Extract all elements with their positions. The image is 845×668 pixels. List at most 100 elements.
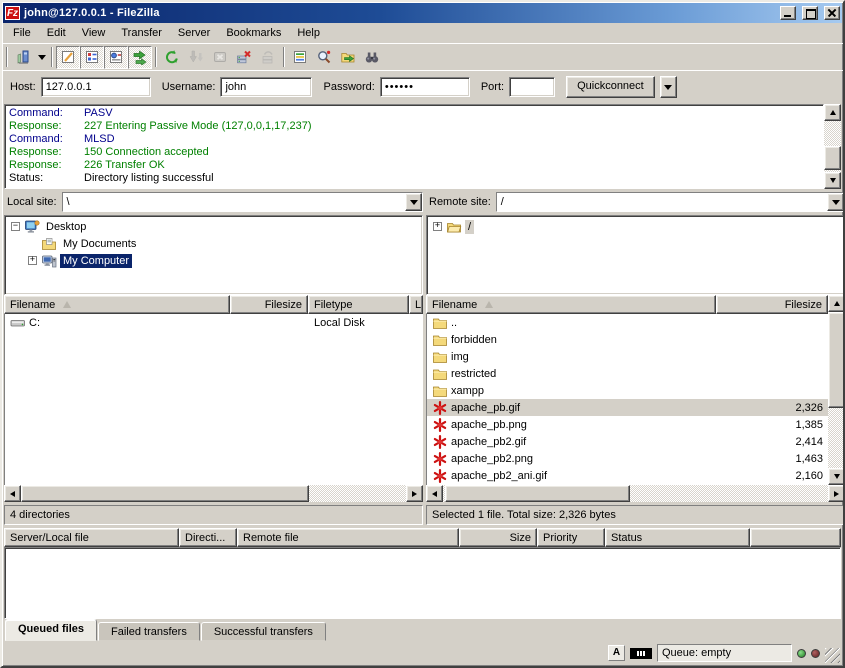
- tree-item-desktop[interactable]: − Desktop: [7, 218, 420, 235]
- quickconnect-button[interactable]: Quickconnect: [566, 76, 655, 98]
- local-file-list[interactable]: C: Local Disk: [4, 314, 423, 485]
- column-header-priority[interactable]: Priority: [537, 528, 605, 547]
- menu-edit[interactable]: Edit: [39, 25, 74, 42]
- file-row-forbidden[interactable]: forbidden: [427, 331, 828, 348]
- scroll-down-icon[interactable]: [828, 468, 845, 485]
- file-row-parent[interactable]: ..: [427, 314, 828, 331]
- remote-site-combobox[interactable]: /: [496, 192, 845, 212]
- file-row-apache-pb2-ani-gif[interactable]: apache_pb2_ani.gif 2,160: [427, 467, 828, 484]
- file-row-restricted[interactable]: restricted: [427, 365, 828, 382]
- cancel-operation-icon[interactable]: [208, 46, 232, 69]
- log-line: Command:MLSD: [6, 133, 822, 146]
- password-input[interactable]: ••••••: [380, 77, 470, 97]
- tree-item-my-computer[interactable]: + My Computer: [7, 252, 420, 269]
- site-manager-dropdown-icon[interactable]: [35, 46, 48, 69]
- log-scrollbar[interactable]: [824, 104, 841, 189]
- remote-list-scrollbar[interactable]: [828, 295, 845, 485]
- status-bar: A Queue: empty: [2, 641, 843, 666]
- my-documents-icon: [41, 236, 57, 252]
- scroll-up-icon[interactable]: [824, 104, 841, 121]
- file-row-c-drive[interactable]: C: Local Disk: [5, 314, 423, 331]
- scroll-left-icon[interactable]: [4, 485, 21, 502]
- directory-comparison-icon[interactable]: [360, 46, 384, 69]
- menu-server[interactable]: Server: [170, 25, 218, 42]
- speed-limit-icon[interactable]: [630, 648, 652, 659]
- file-row-apache-pb-png[interactable]: apache_pb.png 1,385: [427, 416, 828, 433]
- port-input[interactable]: [509, 77, 555, 97]
- username-input[interactable]: john: [220, 77, 312, 97]
- menu-view[interactable]: View: [74, 25, 114, 42]
- local-horizontal-scrollbar[interactable]: [4, 485, 423, 502]
- disconnect-icon[interactable]: [232, 46, 256, 69]
- collapse-icon[interactable]: −: [11, 222, 20, 231]
- menu-bookmarks[interactable]: Bookmarks: [218, 25, 289, 42]
- scroll-thumb[interactable]: [828, 312, 845, 408]
- tab-queued-files[interactable]: Queued files: [5, 619, 97, 641]
- host-input[interactable]: 127.0.0.1: [41, 77, 151, 97]
- resize-grip[interactable]: [825, 648, 840, 663]
- local-directory-tree[interactable]: − Desktop My Documents + My Computer: [4, 215, 423, 295]
- column-header-size[interactable]: Size: [459, 528, 537, 547]
- combo-dropdown-icon[interactable]: [827, 193, 844, 211]
- scroll-down-icon[interactable]: [824, 172, 841, 189]
- refresh-icon[interactable]: [160, 46, 184, 69]
- column-header-filename[interactable]: Filename: [426, 295, 716, 314]
- directory-listing-filters-icon[interactable]: [288, 46, 312, 69]
- toggle-remote-tree-icon[interactable]: [104, 46, 128, 69]
- file-row-img[interactable]: img: [427, 348, 828, 365]
- column-header-direction[interactable]: Directi...: [179, 528, 237, 547]
- quickconnect-dropdown-icon[interactable]: [660, 76, 677, 98]
- file-search-icon[interactable]: [312, 46, 336, 69]
- expand-icon[interactable]: +: [433, 222, 442, 231]
- column-header-lastmodified[interactable]: L: [409, 295, 423, 314]
- reconnect-icon[interactable]: [256, 46, 280, 69]
- file-row-apache-pb2-gif[interactable]: apache_pb2.gif 2,414: [427, 433, 828, 450]
- toggle-transfer-queue-icon[interactable]: [128, 46, 152, 69]
- column-header-filetype[interactable]: Filetype: [308, 295, 409, 314]
- scroll-left-icon[interactable]: [426, 485, 443, 502]
- tree-item-root[interactable]: + /: [429, 218, 842, 235]
- menu-file[interactable]: File: [5, 25, 39, 42]
- toggle-message-log-icon[interactable]: [56, 46, 80, 69]
- scroll-thumb[interactable]: [824, 146, 841, 170]
- close-button[interactable]: [824, 6, 840, 20]
- column-header-server-local-file[interactable]: Server/Local file: [4, 528, 179, 547]
- tab-successful-transfers[interactable]: Successful transfers: [201, 622, 326, 641]
- remote-horizontal-scrollbar[interactable]: [426, 485, 845, 502]
- local-site-combobox[interactable]: \: [62, 192, 423, 212]
- expand-icon[interactable]: +: [28, 256, 37, 265]
- scroll-right-icon[interactable]: [828, 485, 845, 502]
- file-row-apache-pb2-png[interactable]: apache_pb2.png 1,463: [427, 450, 828, 467]
- menu-transfer[interactable]: Transfer: [113, 25, 170, 42]
- column-header-filesize[interactable]: Filesize: [716, 295, 828, 314]
- scroll-up-icon[interactable]: [828, 295, 845, 312]
- column-header-filename[interactable]: Filename: [4, 295, 230, 314]
- scroll-right-icon[interactable]: [406, 485, 423, 502]
- queue-size-indicator: Queue: empty: [657, 644, 792, 662]
- remote-directory-tree[interactable]: + /: [426, 215, 845, 295]
- remote-file-list[interactable]: .. forbidden img restricted: [426, 314, 828, 485]
- scroll-thumb[interactable]: [21, 485, 309, 502]
- process-queue-icon[interactable]: [184, 46, 208, 69]
- scroll-thumb[interactable]: [445, 485, 630, 502]
- queue-list[interactable]: [4, 547, 841, 619]
- column-header-status[interactable]: Status: [605, 528, 750, 547]
- maximize-button[interactable]: [802, 6, 818, 20]
- toggle-local-tree-icon[interactable]: [80, 46, 104, 69]
- tab-failed-transfers[interactable]: Failed transfers: [98, 622, 200, 641]
- file-row-apache-pb-gif[interactable]: apache_pb.gif 2,326: [427, 399, 828, 416]
- column-header-remote-file[interactable]: Remote file: [237, 528, 459, 547]
- sort-ascending-icon: [485, 301, 493, 308]
- menu-help[interactable]: Help: [289, 25, 328, 42]
- message-log-view[interactable]: Command:PASV Response:227 Entering Passi…: [4, 104, 824, 189]
- synchronized-browsing-icon[interactable]: [336, 46, 360, 69]
- image-file-icon: [432, 468, 448, 484]
- combo-dropdown-icon[interactable]: [405, 193, 422, 211]
- file-row-xampp[interactable]: xampp: [427, 382, 828, 399]
- minimize-button[interactable]: [780, 6, 796, 20]
- title-bar[interactable]: Fz john@127.0.0.1 - FileZilla: [3, 3, 842, 23]
- data-type-indicator-icon[interactable]: A: [608, 645, 625, 661]
- column-header-filesize[interactable]: Filesize: [230, 295, 308, 314]
- site-manager-icon[interactable]: [11, 46, 35, 69]
- tree-item-my-documents[interactable]: My Documents: [7, 235, 420, 252]
